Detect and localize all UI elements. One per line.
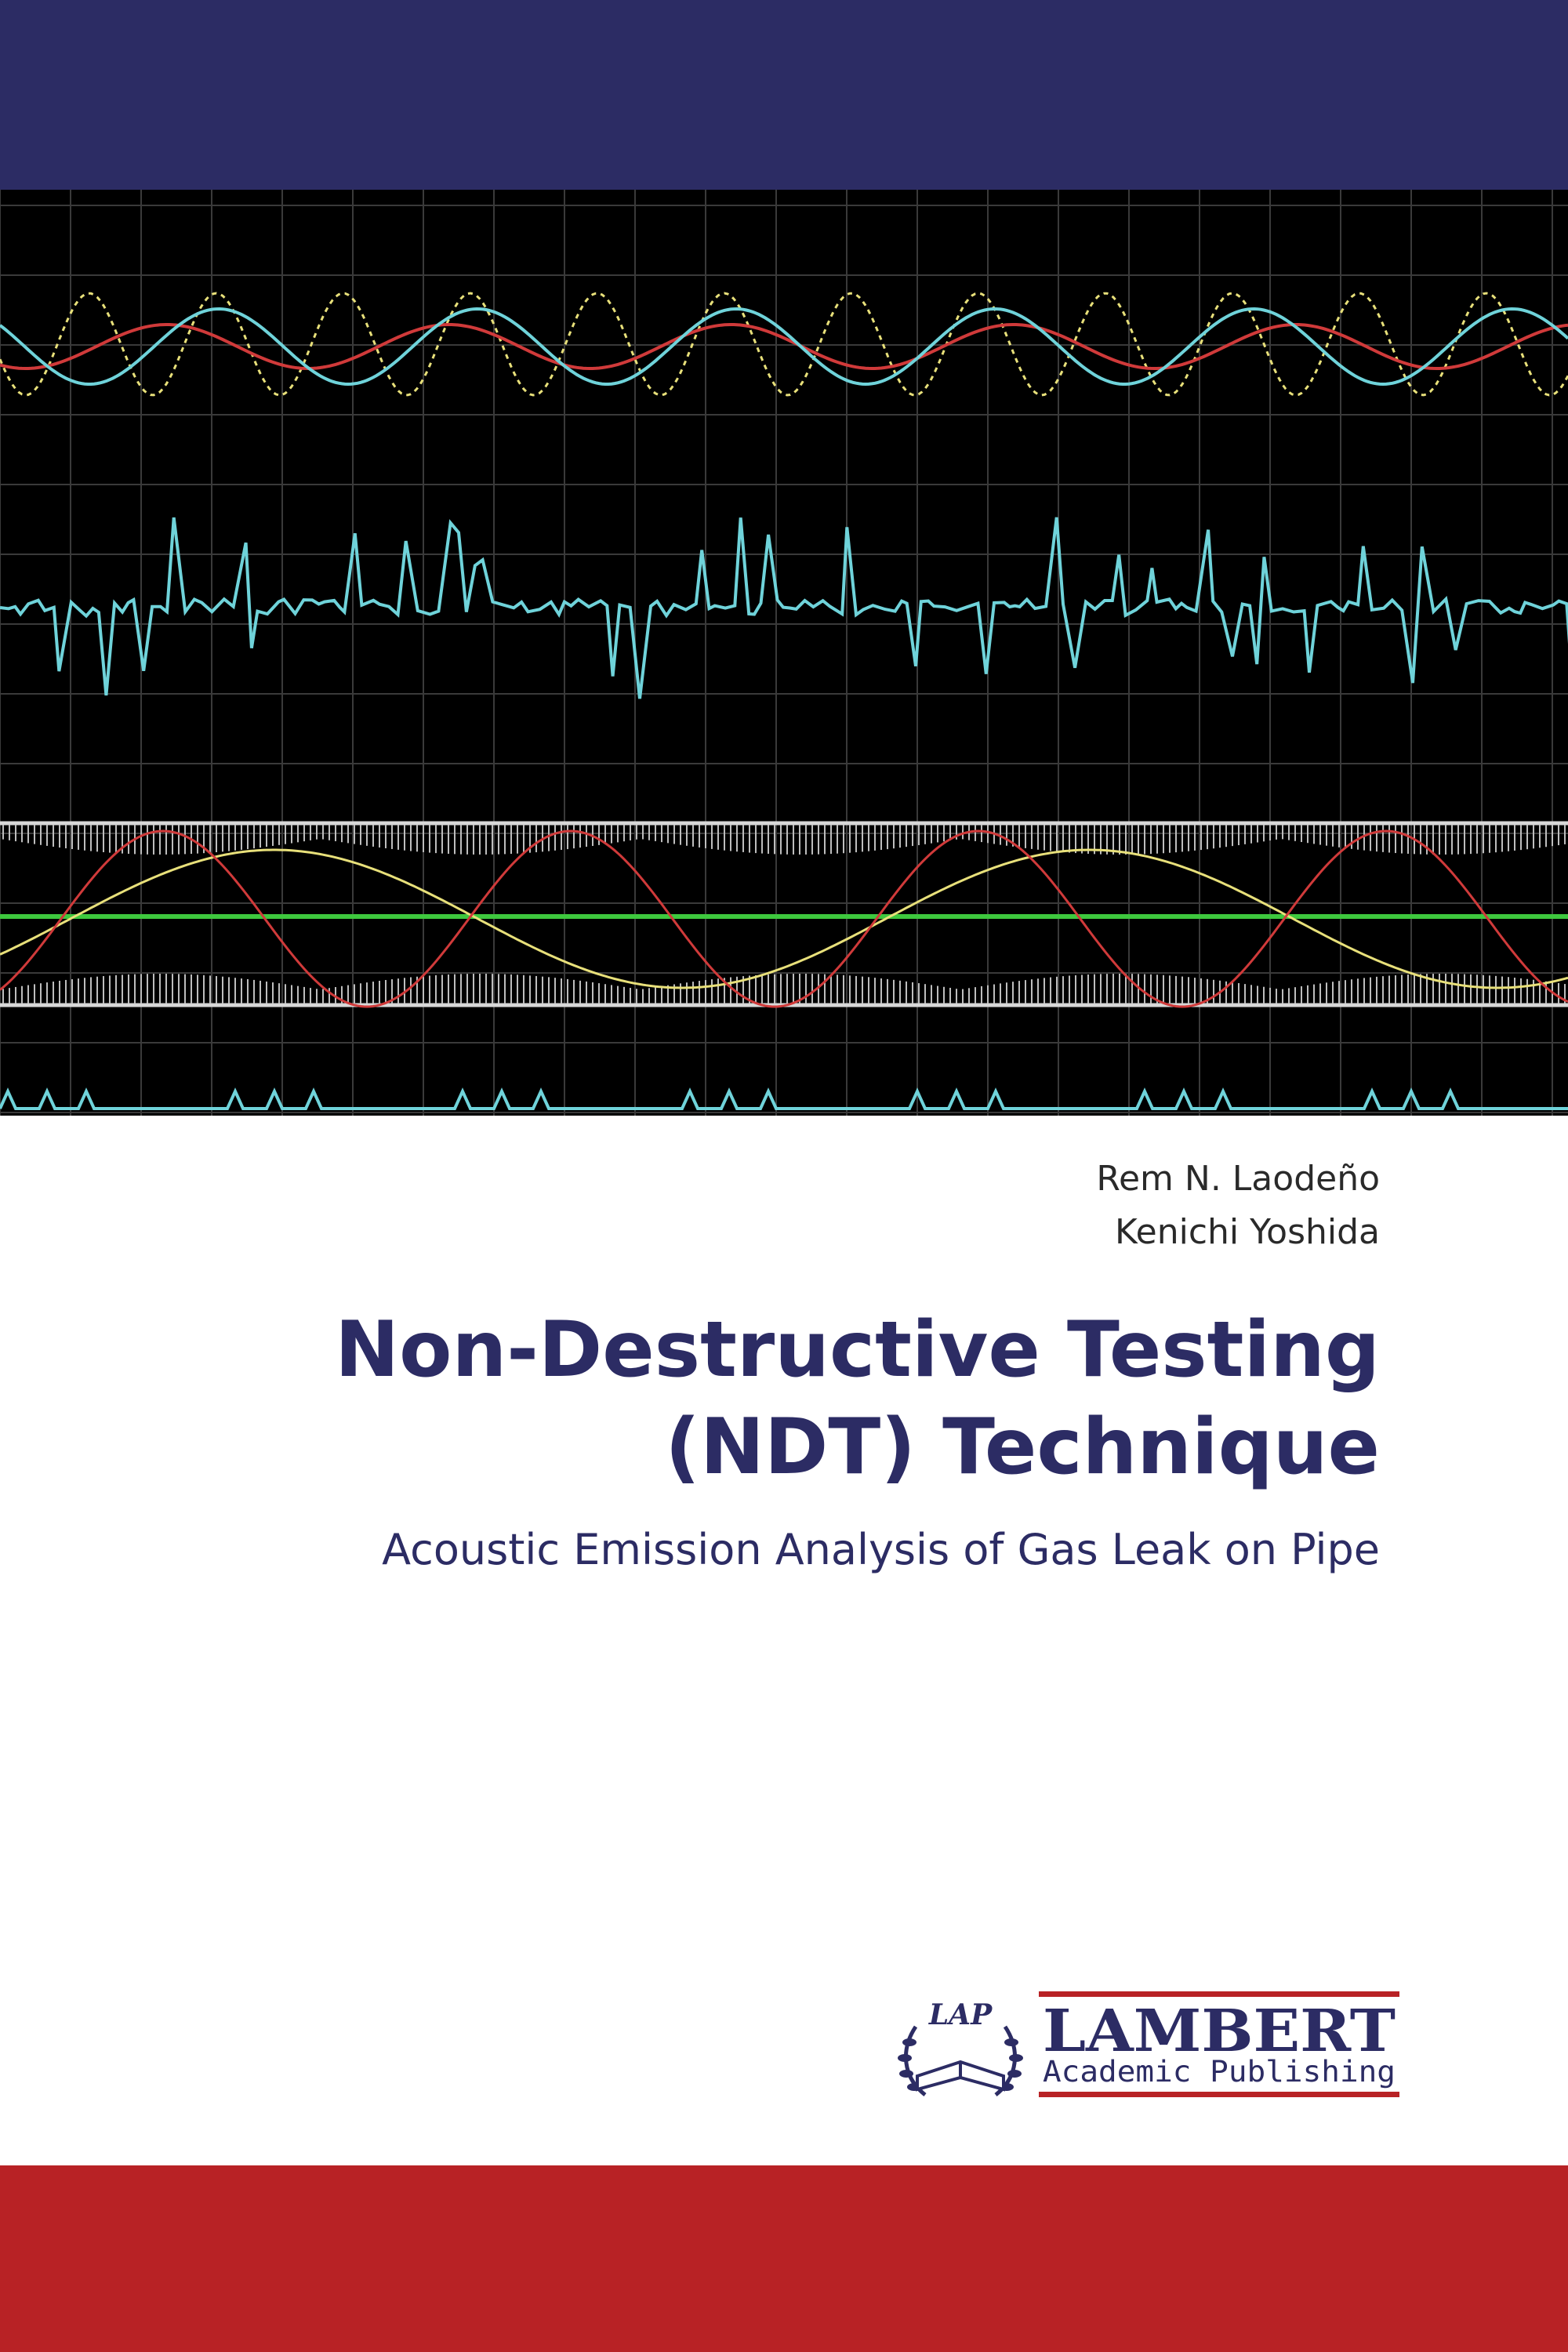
bottom-color-band — [0, 2165, 1568, 2352]
author-name: Rem N. Laodeño — [1096, 1159, 1380, 1199]
title-line: Non-Destructive Testing — [335, 1305, 1380, 1395]
laurel-leaf — [902, 2038, 916, 2046]
publisher-logo: LAP LAMBERT Academic Publishing — [898, 1991, 1399, 2097]
book-subtitle: Acoustic Emission Analysis of Gas Leak o… — [382, 1525, 1380, 1574]
laurel-leaf — [899, 2070, 913, 2078]
book-title: Non-Destructive Testing (NDT) Technique — [335, 1301, 1380, 1496]
laurel-leaf — [898, 2054, 912, 2062]
oscilloscope-image — [0, 190, 1568, 1116]
logo-bar-bottom — [1039, 2092, 1399, 2097]
top-color-band — [0, 0, 1568, 190]
author-list: Rem N. Laodeño Kenichi Yoshida — [1096, 1152, 1380, 1259]
publisher-tagline: Academic Publishing — [1043, 2055, 1396, 2089]
book-cover: Rem N. Laodeño Kenichi Yoshida Non-Destr… — [0, 0, 1568, 2352]
author-name: Kenichi Yoshida — [1114, 1212, 1380, 1252]
open-book-laurel-icon: LAP — [898, 1998, 1023, 2096]
logo-bar-top — [1039, 1991, 1399, 1997]
laurel-leaf — [1007, 2070, 1022, 2078]
publisher-emblem-text: LAP — [928, 1998, 993, 2031]
laurel-leaf — [1009, 2054, 1023, 2062]
laurel-leaf — [1004, 2038, 1018, 2046]
title-line: (NDT) Technique — [665, 1403, 1380, 1492]
